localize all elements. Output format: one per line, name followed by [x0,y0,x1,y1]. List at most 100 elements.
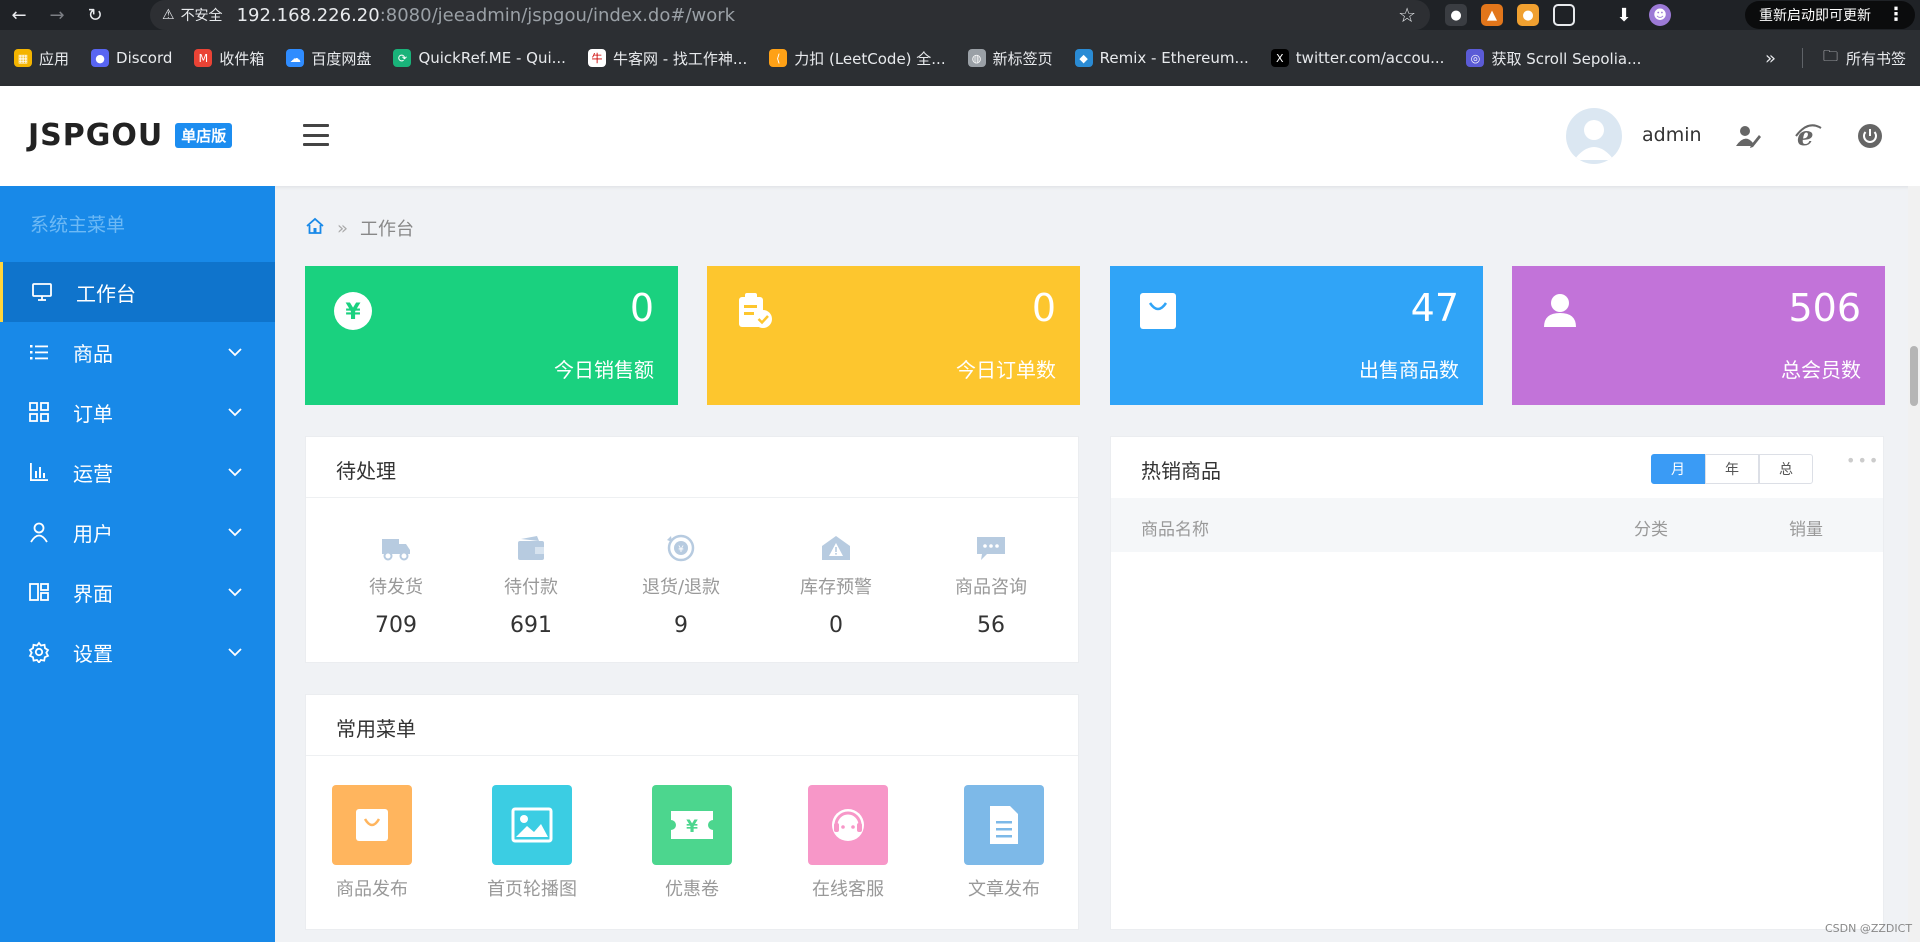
shortcut-tile[interactable]: 文章发布 [934,785,1074,901]
bookmark-star-icon[interactable]: ☆ [1398,3,1416,27]
sidebar-item[interactable]: 设置 [0,622,275,682]
breadcrumb-separator: » [337,217,349,239]
shortcut-label: 首页轮播图 [487,879,577,900]
wallet-icon [514,533,548,563]
coupon-icon[interactable]: ¥ [652,785,732,865]
forward-icon[interactable]: → [38,0,76,30]
bookmark-item[interactable]: ⟨ 力扣 (LeetCode) 全... [769,48,946,69]
page-scrollbar[interactable] [1908,186,1920,942]
extension-toolbar: ● ▲ ● ⬇ ☻ [1445,0,1671,30]
pending-count: 709 [375,613,417,638]
clipboard-check-icon [735,291,775,331]
sidebar-item[interactable]: 界面 [0,562,275,622]
more-icon[interactable]: ••• [1846,451,1880,470]
baidu-netdisk-icon: ☁ [286,49,305,67]
sidebar-item-label: 工作台 [76,281,136,306]
username[interactable]: admin [1642,124,1702,146]
bookmark-label: QuickRef.ME - Qui... [418,49,566,67]
layout-icon [28,581,50,603]
home-icon[interactable] [305,216,325,241]
sidebar-item[interactable]: 用户 [0,502,275,562]
document-icon[interactable] [964,785,1044,865]
globe-icon: ◍ [967,49,986,67]
tab-year[interactable]: 年 [1705,454,1759,484]
extension-icon[interactable]: ● [1517,4,1539,26]
sidebar-item-label: 设置 [73,641,113,666]
remix-icon: ◆ [1074,49,1093,67]
url-text: 192.168.226.20:8080/jeeadmin/jspgou/inde… [236,4,736,26]
nowcoder-icon: 牛 [587,49,606,67]
bookmark-item[interactable]: ● Discord [91,49,172,67]
truck-icon [379,533,413,563]
sidebar-title: 系统主菜单 [30,214,126,236]
bookmark-item[interactable]: ◎ 获取 Scroll Sepolia... [1466,48,1641,69]
sidebar-item[interactable]: 工作台 [0,262,275,322]
sidebar-item[interactable]: 订单 [0,382,275,442]
app-header: JSPGOU 单店版 admin e [0,86,1920,186]
shortcut-tile[interactable]: 商品发布 [302,785,442,901]
incognito-icon[interactable]: ● [1445,4,1467,26]
restart-update-button[interactable]: 重新启动即可更新 ⋮ [1745,1,1915,29]
bookmark-item[interactable]: ⟳ QuickRef.ME - Qui... [393,49,566,67]
shortcut-tile[interactable]: ¥ 优惠卷 [622,785,762,901]
chevron-down-icon [226,642,244,660]
scrollbar-thumb[interactable] [1910,346,1918,406]
stat-label: 今日订单数 [956,358,1056,382]
ie-browser-icon[interactable]: e [1794,122,1822,150]
shortcut-tile[interactable]: 在线客服 [778,785,918,901]
stat-card[interactable]: 47 出售商品数 [1110,266,1483,405]
menu-dots-icon[interactable]: ⋮ [1887,4,1905,25]
x-twitter-icon: X [1270,49,1289,67]
avatar[interactable] [1566,108,1622,164]
stat-card[interactable]: ¥0 今日销售额 [305,266,678,405]
stat-label: 总会员数 [1781,358,1861,382]
all-bookmarks[interactable]: 所有书签 [1846,48,1906,69]
sidebar-item[interactable]: 运营 [0,442,275,502]
breadcrumb-current: 工作台 [360,219,415,240]
bookmark-label: 百度网盘 [311,49,372,68]
pending-item[interactable]: 商品咨询 56 [926,533,1056,638]
logo[interactable]: JSPGOU 单店版 [28,118,233,153]
back-icon[interactable]: ← [0,0,38,30]
stat-card[interactable]: 0 今日订单数 [707,266,1080,405]
address-bar[interactable]: ⚠ 不安全 192.168.226.20:8080/jeeadmin/jspgo… [150,0,1430,30]
metamask-icon[interactable]: ▲ [1481,4,1503,26]
svg-text:¥: ¥ [678,545,684,555]
tab-total[interactable]: 总 [1759,454,1813,484]
menu-toggle-icon[interactable] [303,124,329,146]
bookmark-item[interactable]: ☁ 百度网盘 [286,48,371,69]
chevron-down-icon [226,582,244,600]
pending-item[interactable]: 待发货 709 [331,533,461,638]
bag-icon[interactable] [332,785,412,865]
bookmark-item[interactable]: Xtwitter.com/accou... [1270,49,1444,67]
warehouse-warning-icon [819,533,853,563]
column-header-name: 商品名称 [1141,520,1209,540]
profile-icon[interactable]: ☻ [1649,4,1671,26]
edit-profile-icon[interactable] [1734,122,1762,150]
bookmark-item[interactable]: 牛牛客网 - 找工作神... [587,48,747,69]
image-icon[interactable] [492,785,572,865]
bookmark-item[interactable]: ▦ 应用 [14,48,69,69]
tab-month[interactable]: 月 [1651,454,1705,484]
bookmark-item[interactable]: M 收件箱 [194,48,264,69]
pending-count: 691 [510,613,552,638]
power-icon[interactable] [1856,122,1884,150]
bookmark-item[interactable]: ◍ 新标签页 [967,48,1053,69]
stat-card[interactable]: 506 总会员数 [1512,266,1885,405]
sidebar-item[interactable]: 商品 [0,322,275,382]
reload-icon[interactable]: ↻ [76,0,114,30]
bookmark-item[interactable]: ◆ Remix - Ethereum... [1074,49,1249,67]
more-bookmarks-icon[interactable]: » [1765,48,1776,69]
pending-item[interactable]: 库存预警 0 [771,533,901,638]
pending-item[interactable]: 待付款 691 [466,533,596,638]
bookmark-label: 力扣 (LeetCode) 全... [794,49,946,68]
chevron-down-icon [226,462,244,480]
yuan-icon: ¥ [333,291,373,331]
download-icon[interactable]: ⬇ [1613,4,1635,26]
puzzle-icon[interactable] [1553,4,1575,26]
shortcut-tile[interactable]: 首页轮播图 [462,785,602,901]
insecure-badge[interactable]: ⚠ 不安全 [162,5,223,25]
headset-icon[interactable] [808,785,888,865]
leetcode-icon: ⟨ [769,49,788,67]
pending-item[interactable]: ¥ 退货/退款 9 [616,533,746,638]
